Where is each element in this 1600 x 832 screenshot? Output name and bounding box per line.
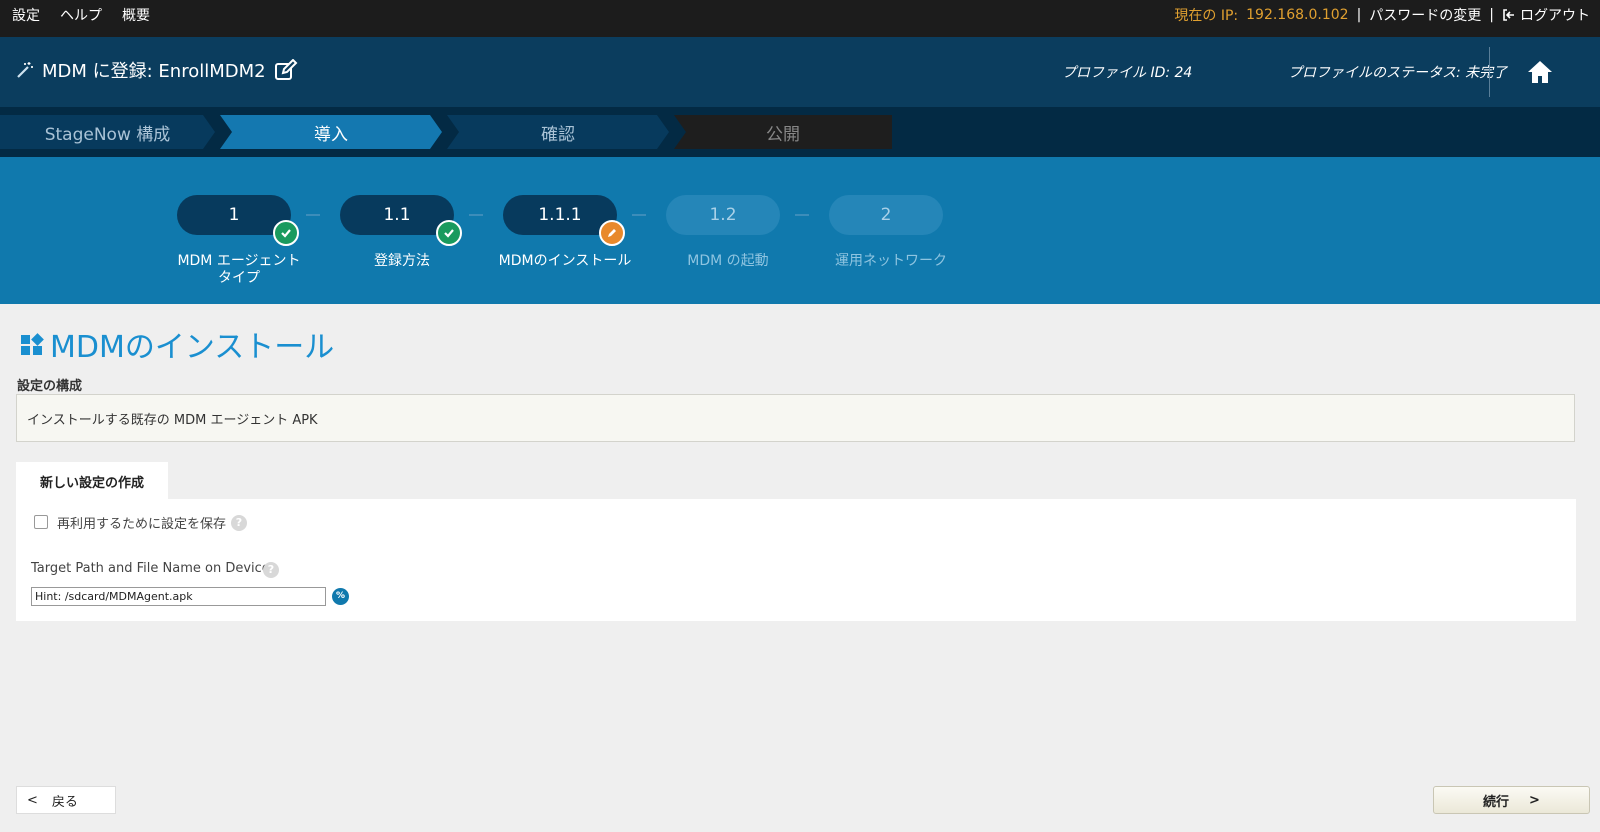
check-icon (273, 220, 299, 246)
step-number: 1 (228, 205, 240, 225)
step-label: MDM エージェント タイプ (177, 253, 301, 286)
check-icon (436, 220, 462, 246)
tab-stagenow-config[interactable]: StageNow 構成 (0, 115, 215, 149)
profile-status: プロファイルのステータス: 未完了 (1288, 65, 1508, 81)
current-ip-value: 192.168.0.102 (1246, 6, 1349, 23)
step-label: MDM の起動 (687, 253, 769, 269)
help-icon[interactable]: ? (263, 562, 279, 578)
page-title-wrap: MDMのインストール (20, 322, 334, 366)
menu-about[interactable]: 概要 (122, 5, 150, 25)
tab-label: 公開 (766, 124, 800, 145)
percent-variable-icon[interactable]: % (332, 588, 349, 605)
settings-panel: 再利用するために設定を保存 ? Target Path and File Nam… (16, 499, 1576, 621)
profile-title: MDM に登録: EnrollMDM2 (42, 61, 266, 82)
step-connector (469, 214, 483, 216)
config-type-value: インストールする既存の MDM エージェント APK (27, 413, 318, 428)
header-divider (1489, 47, 1490, 97)
step-number: 1.2 (709, 205, 737, 225)
continue-button-label: 続行 (1483, 794, 1510, 810)
profile-id: プロファイル ID: 24 (1062, 65, 1193, 81)
step-connector (795, 214, 809, 216)
home-icon[interactable] (1526, 59, 1554, 85)
step-number: 2 (880, 205, 892, 225)
step-connector (632, 214, 646, 216)
step-label: 運用ネットワーク (835, 253, 947, 269)
wizard-tabs: StageNow 構成 導入 確認 公開 (0, 107, 1600, 157)
tab-label: 導入 (314, 124, 348, 145)
top-menu-bar: 設定 ヘルプ 概要 現在の IP: 192.168.0.102 | パスワードの… (0, 0, 1600, 37)
help-icon[interactable]: ? (231, 515, 247, 531)
tab-new-settings-label: 新しい設定の作成 (39, 475, 144, 491)
profile-title-wrap: MDM に登録: EnrollMDM2 (16, 57, 298, 83)
config-type-display: インストールする既存の MDM エージェント APK (16, 394, 1575, 442)
menu-settings[interactable]: 設定 (12, 5, 40, 25)
magic-wand-icon (17, 62, 33, 78)
logout-label: ログアウト (1520, 7, 1590, 24)
grid-squares-icon (21, 333, 44, 355)
step-number: 1.1 (383, 205, 411, 225)
save-for-reuse-label: 再利用するために設定を保存 (57, 517, 227, 532)
pencil-icon (599, 220, 625, 246)
logout-link[interactable]: ログアウト (1502, 5, 1590, 25)
step-connector (306, 214, 320, 216)
continue-button[interactable]: 続行 > (1433, 786, 1590, 814)
current-ip-label: 現在の IP: (1174, 7, 1239, 24)
tab-publish[interactable]: 公開 (674, 115, 892, 149)
step-label: MDMのインストール (498, 253, 632, 269)
target-path-input[interactable] (31, 587, 326, 606)
menu-help[interactable]: ヘルプ (60, 5, 102, 25)
separator: | (1356, 6, 1362, 23)
tab-label: 確認 (541, 124, 575, 145)
edit-icon[interactable] (274, 59, 298, 81)
save-for-reuse-checkbox[interactable] (34, 515, 48, 529)
profile-header: MDM に登録: EnrollMDM2 プロファイル ID: 24 プロファイル… (0, 37, 1600, 107)
step-2-pill[interactable]: 2 (829, 195, 943, 235)
target-path-label: Target Path and File Name on Device (31, 561, 270, 576)
page-title: MDMのインストール (50, 330, 335, 365)
tab-review[interactable]: 確認 (447, 115, 669, 149)
section-label: 設定の構成 (17, 379, 83, 394)
step-label: 登録方法 (374, 253, 430, 269)
tab-deploy[interactable]: 導入 (220, 115, 442, 149)
logout-icon (1503, 8, 1514, 21)
change-password-link[interactable]: パスワードの変更 (1369, 5, 1481, 25)
back-button[interactable]: < 戻る (16, 786, 116, 814)
top-right-info: 現在の IP: 192.168.0.102 | パスワードの変更 | ログアウト (1174, 0, 1590, 29)
back-button-label: 戻る (51, 794, 78, 810)
step-number: 1.1.1 (538, 205, 582, 225)
tab-label: StageNow 構成 (44, 124, 171, 145)
top-menu: 設定 ヘルプ 概要 (12, 0, 150, 29)
separator: | (1489, 6, 1494, 23)
step-1-2-pill[interactable]: 1.2 (666, 195, 780, 235)
tab-new-settings[interactable]: 新しい設定の作成 (16, 462, 168, 500)
chevron-right-icon: > (1529, 792, 1540, 808)
step-progress-band: 1 MDM エージェント タイプ 1.1 登録方法 1.1.1 MDMのインスト… (0, 157, 1600, 304)
chevron-left-icon: < (27, 792, 38, 808)
